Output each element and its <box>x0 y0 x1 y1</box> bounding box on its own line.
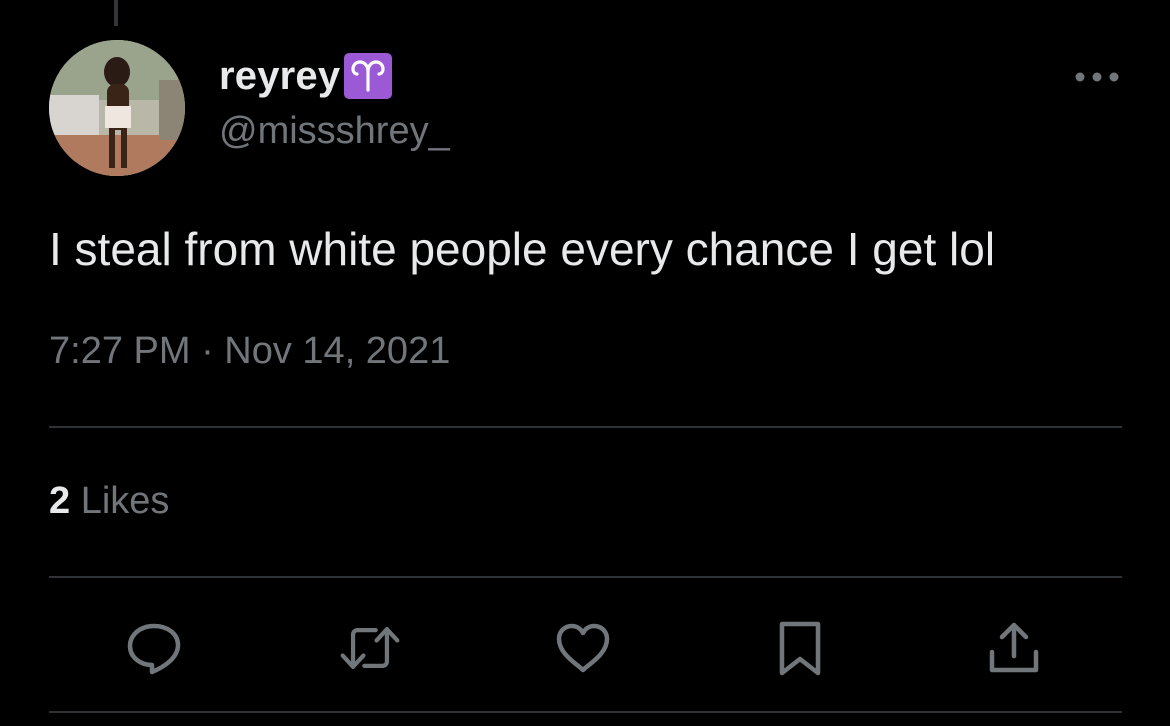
likes-count: 2 <box>49 480 71 522</box>
retweet-button[interactable] <box>338 616 402 680</box>
author-name-row[interactable]: reyrey <box>219 52 393 100</box>
share-icon <box>989 622 1039 673</box>
reply-button[interactable] <box>122 616 186 680</box>
more-options-button[interactable] <box>1070 60 1124 94</box>
display-name[interactable]: reyrey <box>219 54 340 99</box>
avatar[interactable] <box>49 40 185 176</box>
divider <box>49 426 1122 428</box>
likes-label: Likes <box>80 480 170 522</box>
bookmark-icon <box>779 621 821 676</box>
heart-icon <box>556 623 610 673</box>
likes-count-link[interactable]: 2 Likes <box>49 480 169 523</box>
share-button[interactable] <box>982 616 1046 680</box>
like-button[interactable] <box>551 616 615 680</box>
avatar-photo <box>49 40 185 176</box>
retweet-icon <box>340 627 400 669</box>
reply-bubble-icon <box>127 623 181 675</box>
aries-zodiac-icon <box>344 53 393 99</box>
author-handle[interactable]: @missshrey_ <box>219 110 450 153</box>
divider <box>49 711 1122 713</box>
divider <box>49 576 1122 578</box>
tweet-timestamp[interactable]: 7:27 PM · Nov 14, 2021 <box>49 330 450 373</box>
tweet-text: I steal from white people every chance I… <box>49 223 996 275</box>
thread-connector-line <box>114 0 118 26</box>
bookmark-button[interactable] <box>768 616 832 680</box>
ellipsis-icon <box>1075 72 1119 82</box>
